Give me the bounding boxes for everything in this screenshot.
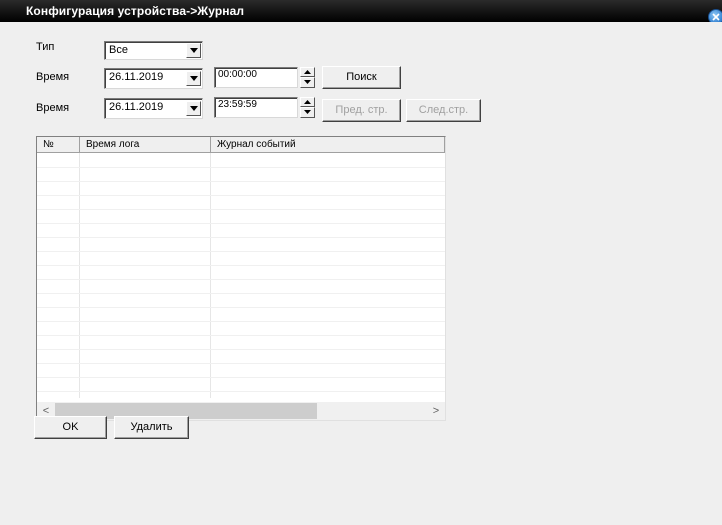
row-divider bbox=[37, 195, 445, 196]
row-divider bbox=[37, 335, 445, 336]
table-header: № Время лога Журнал событий bbox=[37, 137, 445, 153]
search-button[interactable]: Поиск bbox=[322, 66, 401, 89]
column-divider bbox=[79, 153, 80, 398]
start-time-field[interactable]: 00:00:00 bbox=[214, 67, 298, 88]
row-divider bbox=[37, 377, 445, 378]
chevron-down-icon[interactable] bbox=[186, 71, 201, 86]
end-time-label: Время bbox=[36, 102, 70, 114]
row-divider bbox=[37, 223, 445, 224]
scroll-right-icon[interactable]: > bbox=[427, 402, 445, 420]
type-select[interactable]: Все bbox=[104, 41, 203, 60]
row-divider bbox=[37, 265, 445, 266]
row-divider bbox=[37, 391, 445, 392]
type-label: Тип bbox=[36, 41, 55, 53]
row-divider bbox=[37, 321, 445, 322]
end-date-value: 26.11.2019 bbox=[109, 101, 164, 113]
row-divider bbox=[37, 279, 445, 280]
column-header-number[interactable]: № bbox=[37, 137, 80, 153]
spin-down-icon[interactable] bbox=[300, 77, 315, 88]
end-time-spinner[interactable] bbox=[300, 97, 315, 118]
title-bar: Конфигурация устройства->Журнал bbox=[0, 0, 722, 25]
row-divider bbox=[37, 209, 445, 210]
end-time-value: 23:59:59 bbox=[218, 99, 257, 110]
row-divider bbox=[37, 181, 445, 182]
chevron-down-icon[interactable] bbox=[186, 101, 201, 116]
ok-button[interactable]: OK bbox=[34, 416, 107, 439]
spin-up-icon[interactable] bbox=[300, 97, 315, 107]
window-title: Конфигурация устройства->Журнал bbox=[26, 4, 245, 18]
type-select-value: Все bbox=[109, 44, 128, 56]
start-time-spinner[interactable] bbox=[300, 67, 315, 88]
start-time-label: Время bbox=[36, 71, 70, 83]
row-divider bbox=[37, 293, 445, 294]
row-divider bbox=[37, 251, 445, 252]
end-date-picker[interactable]: 26.11.2019 bbox=[104, 98, 203, 119]
column-header-log-time[interactable]: Время лога bbox=[80, 137, 211, 153]
end-time-field[interactable]: 23:59:59 bbox=[214, 97, 298, 118]
column-divider bbox=[210, 153, 211, 398]
chevron-down-icon[interactable] bbox=[186, 43, 201, 58]
start-time-value: 00:00:00 bbox=[218, 69, 257, 80]
start-date-value: 26.11.2019 bbox=[109, 71, 164, 83]
log-table[interactable]: № Время лога Журнал событий < > bbox=[36, 136, 446, 421]
column-header-event-log[interactable]: Журнал событий bbox=[211, 137, 445, 153]
spin-down-icon[interactable] bbox=[300, 107, 315, 118]
row-divider bbox=[37, 363, 445, 364]
row-divider bbox=[37, 307, 445, 308]
row-divider bbox=[37, 237, 445, 238]
start-date-picker[interactable]: 26.11.2019 bbox=[104, 68, 203, 89]
next-page-button[interactable]: След.стр. bbox=[406, 99, 481, 122]
row-divider bbox=[37, 167, 445, 168]
delete-button[interactable]: Удалить bbox=[114, 416, 189, 439]
spin-up-icon[interactable] bbox=[300, 67, 315, 77]
prev-page-button[interactable]: Пред. стр. bbox=[322, 99, 401, 122]
row-divider bbox=[37, 349, 445, 350]
log-panel: Тип Все Время 26.11.2019 00:00:00 Поиск … bbox=[0, 22, 722, 525]
